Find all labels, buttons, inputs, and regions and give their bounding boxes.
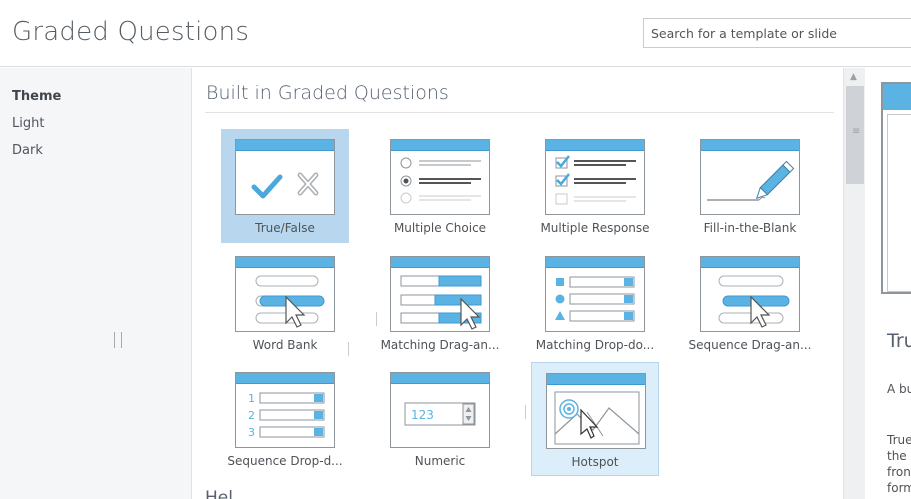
tile-matching-drag[interactable]: Matching Drag-an... (376, 246, 504, 360)
top-bar: Graded Questions (0, 0, 911, 67)
preview-title: Tru (887, 330, 911, 352)
preview-thumbnail (881, 82, 911, 294)
matching-drop-icon (545, 256, 645, 332)
tile-label: Word Bank (252, 338, 318, 352)
section-title: Built in Graded Questions (206, 82, 449, 104)
tile-sequence-drop[interactable]: 1 2 3 Sequence Drop-d... (221, 362, 349, 476)
sequence-number: 3 (248, 426, 255, 439)
preview-panel: Tru A bu True the r fron form (865, 68, 911, 499)
sidebar-item-light[interactable]: Light (12, 116, 44, 131)
tile-hotspot[interactable]: Hotspot (531, 362, 659, 476)
template-gallery: Built in Graded Questions True/False Mul… (193, 68, 843, 499)
tile-numeric[interactable]: 123 Numeric (376, 362, 504, 476)
tile-label: Sequence Drag-an... (688, 338, 812, 352)
drag-marker (348, 342, 349, 356)
vertical-scrollbar[interactable]: ▲ ≡ (843, 68, 865, 499)
sidebar: Theme Light Dark (0, 68, 192, 499)
tile-label: Matching Drag-an... (380, 338, 500, 352)
tile-matching-drop[interactable]: Matching Drop-do... (531, 246, 659, 360)
scroll-up-icon[interactable]: ▲ (850, 72, 857, 82)
section-divider (205, 112, 834, 113)
tile-label: True/False (255, 221, 315, 235)
tile-label: Multiple Response (540, 221, 650, 235)
page-title: Graded Questions (12, 17, 250, 47)
tile-fill-in-the-blank[interactable]: Fill-in-the-Blank (686, 129, 814, 243)
sidebar-item-dark[interactable]: Dark (12, 143, 43, 158)
grip-icon: ≡ (852, 126, 861, 137)
sidebar-item-theme[interactable]: Theme (12, 89, 61, 104)
sequence-drop-icon: 1 2 3 (235, 372, 335, 448)
tile-label: Sequence Drop-d... (227, 454, 343, 468)
drag-marker (525, 405, 526, 419)
tile-label: Numeric (414, 454, 466, 468)
sequence-number: 2 (248, 409, 255, 422)
fill-in-the-blank-icon (700, 139, 800, 215)
search-input[interactable] (643, 18, 911, 48)
tile-true-false[interactable]: True/False (221, 129, 349, 243)
drag-marker (376, 312, 377, 326)
tile-word-bank[interactable]: Word Bank (221, 246, 349, 360)
tile-label: Multiple Choice (393, 221, 487, 235)
numeric-icon: 123 (390, 372, 490, 448)
tile-multiple-choice[interactable]: Multiple Choice (376, 129, 504, 243)
sequence-drag-icon (700, 256, 800, 332)
tile-label: Hotspot (571, 455, 619, 469)
hotspot-icon (546, 373, 646, 449)
preview-description: True the r fron form (887, 433, 911, 495)
tile-multiple-response[interactable]: Multiple Response (531, 129, 659, 243)
tile-sequence-drag[interactable]: Sequence Drag-an... (686, 246, 814, 360)
tile-label: Matching Drop-do... (535, 338, 655, 352)
matching-drag-icon (390, 256, 490, 332)
true-false-icon (235, 139, 335, 215)
tile-label: Fill-in-the-Blank (703, 221, 797, 235)
next-section-title: Hel ... (205, 488, 255, 499)
preview-subtitle: A bu (887, 382, 911, 396)
multiple-choice-icon (390, 139, 490, 215)
word-bank-icon (235, 256, 335, 332)
scrollbar-thumb[interactable]: ≡ (846, 86, 864, 184)
sequence-number: 1 (248, 392, 255, 405)
numeric-sample: 123 (411, 408, 434, 422)
resize-grip[interactable] (114, 332, 122, 348)
multiple-response-icon (545, 139, 645, 215)
